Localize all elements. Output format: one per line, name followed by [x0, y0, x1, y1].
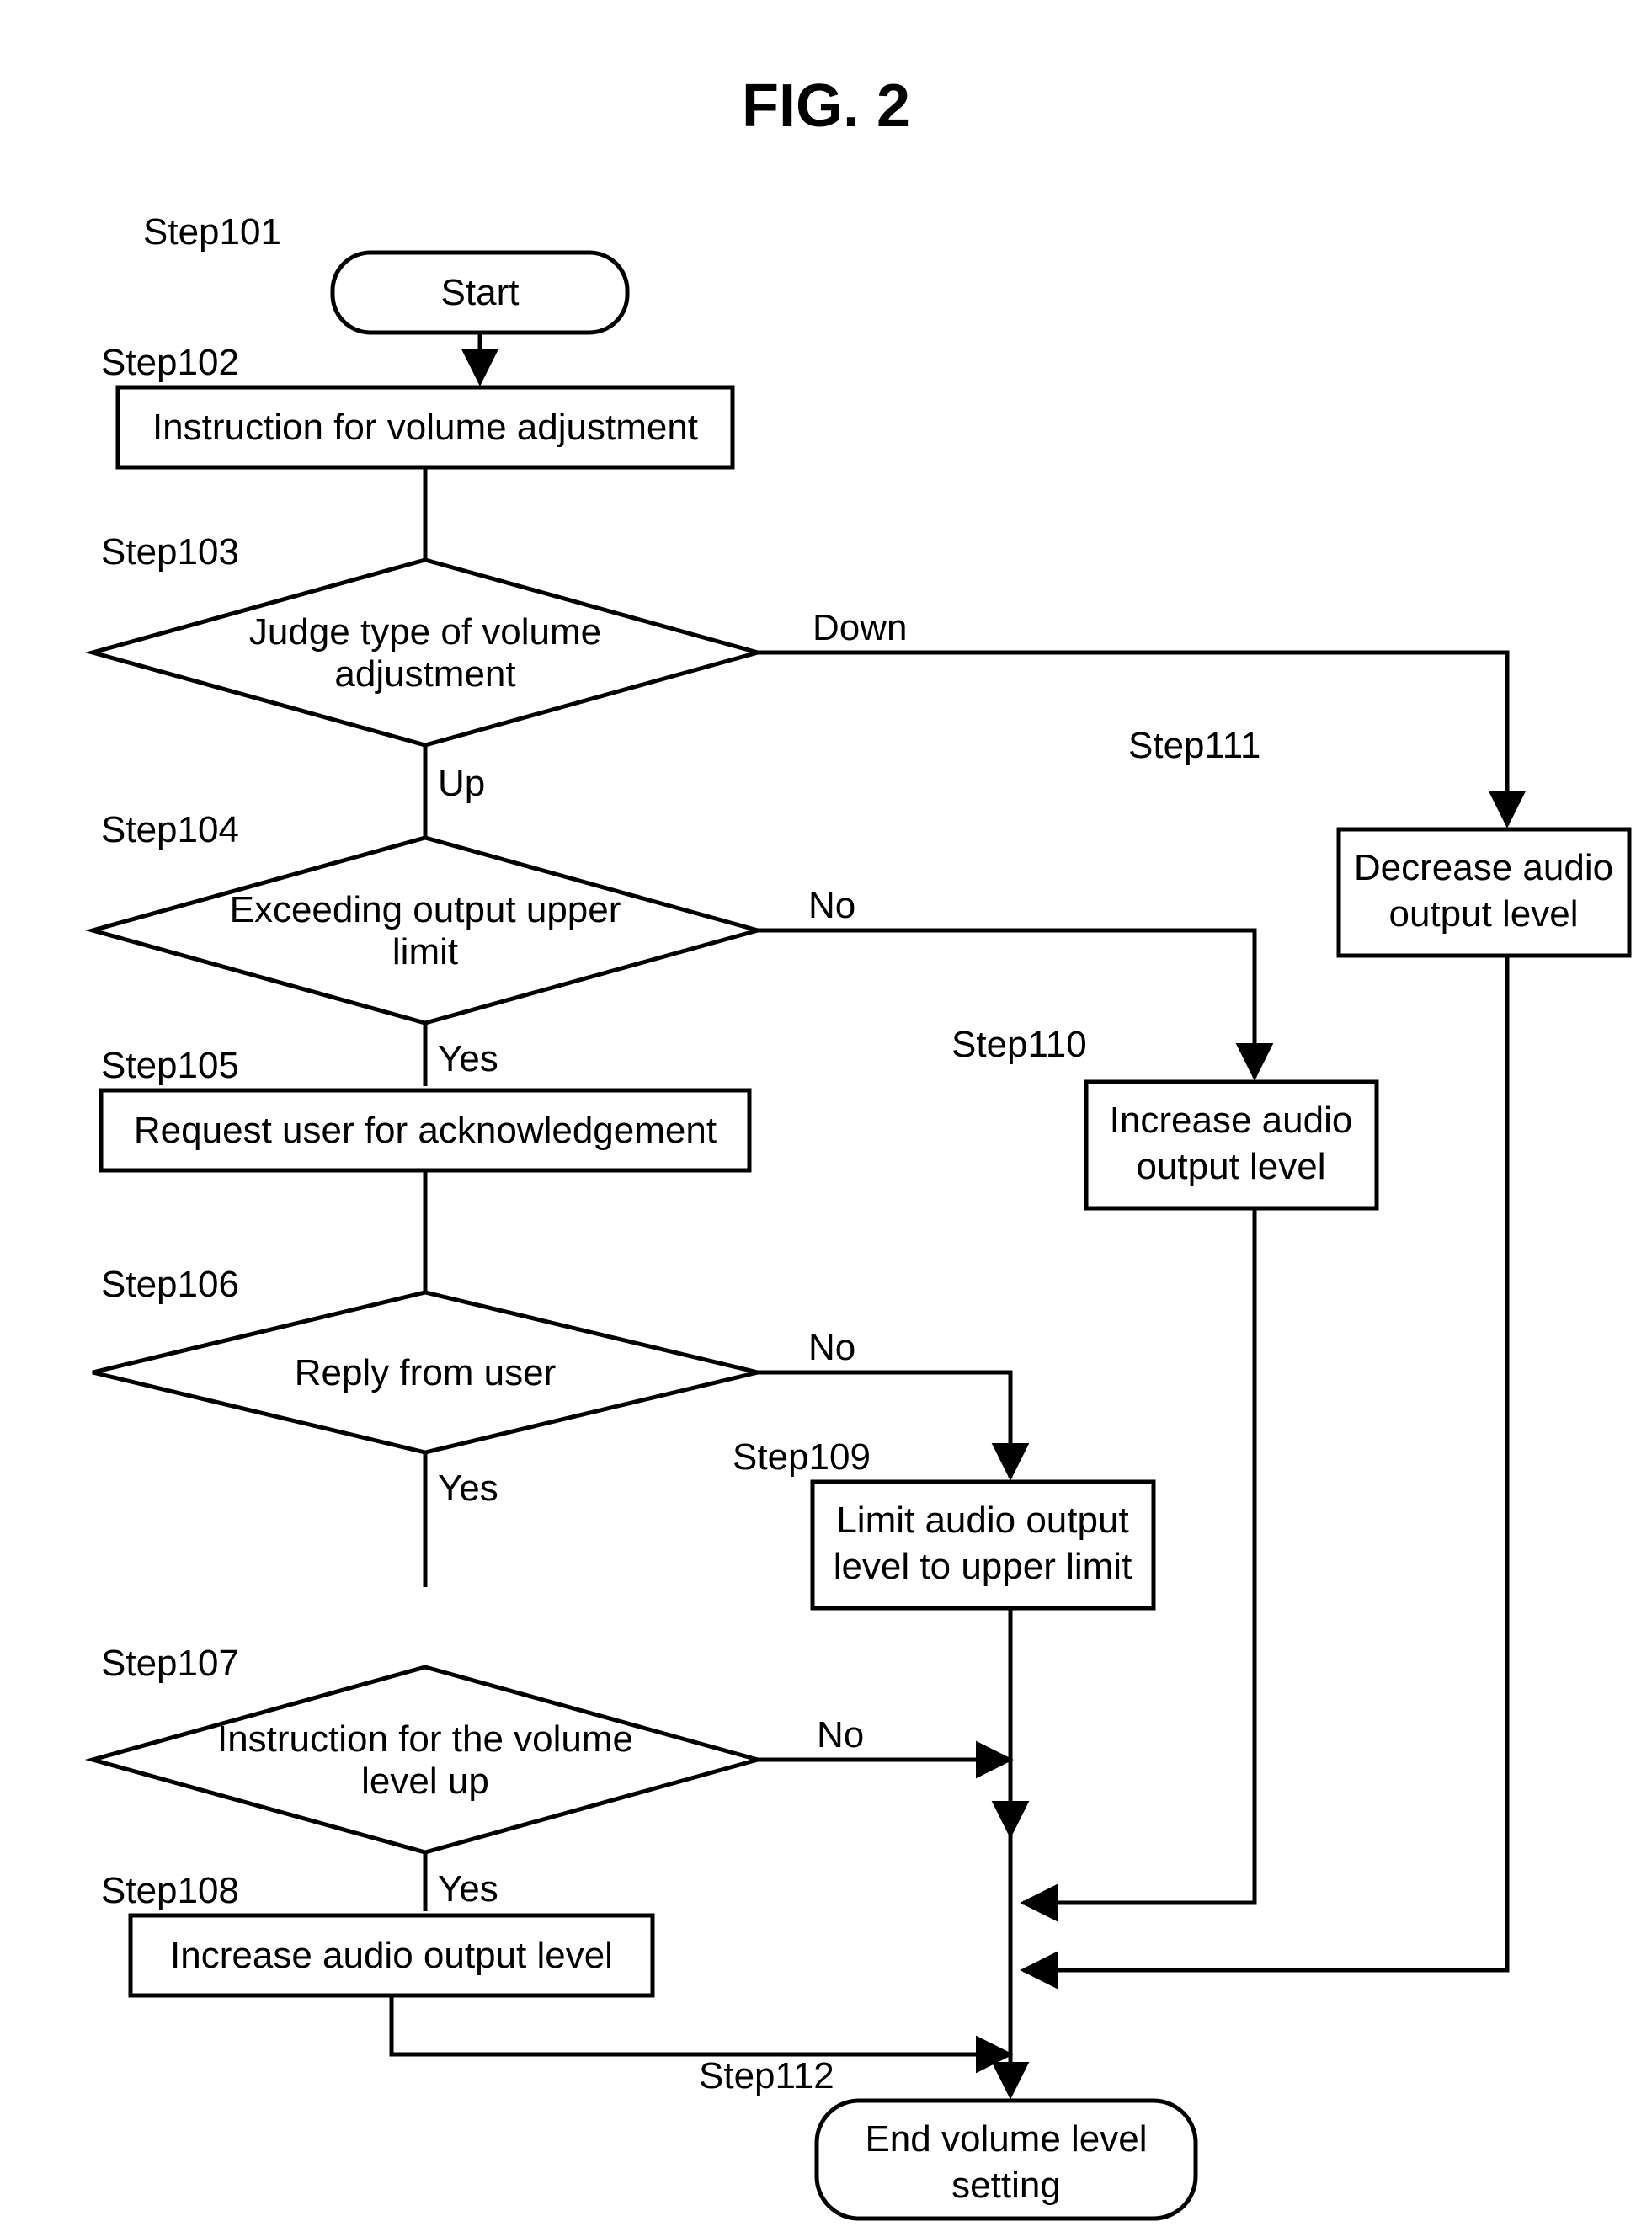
step111-text2: output level [1388, 893, 1578, 935]
edge-104-yes-label: Yes [438, 1038, 498, 1079]
step109-text2: level to upper limit [834, 1546, 1132, 1587]
step102-text: Instruction for volume adjustment [152, 407, 698, 448]
edge-103-up-label: Up [438, 763, 485, 804]
edge-104-no-label: No [808, 885, 855, 926]
edge-107-no-label: No [817, 1714, 864, 1755]
edge-107-yes-label: Yes [438, 1868, 498, 1910]
figure-title: FIG. 2 [742, 72, 910, 140]
step108-text: Increase audio output level [170, 1935, 613, 1976]
step106-text1: Reply from user [295, 1352, 557, 1393]
step104-text2: limit [392, 931, 458, 972]
step112-text2: setting [951, 2165, 1061, 2206]
step105-label: Step105 [101, 1045, 239, 1086]
edge-106-yes-label: Yes [438, 1468, 498, 1509]
step103-diamond [93, 560, 758, 745]
step104-label: Step104 [101, 809, 239, 850]
step108-label: Step108 [101, 1870, 239, 1911]
step103-label: Step103 [101, 531, 239, 573]
step104-text1: Exceeding output upper [230, 889, 621, 930]
step107-diamond [93, 1667, 758, 1852]
step103-text1: Judge type of volume [249, 611, 601, 653]
step107-text1: Instruction for the volume [217, 1718, 633, 1760]
step109-label: Step109 [733, 1436, 871, 1478]
step107-label: Step107 [101, 1643, 239, 1684]
edge-106-no-label: No [808, 1327, 855, 1368]
step105-text: Request user for acknowledgement [134, 1110, 717, 1151]
step111-label: Step111 [1128, 725, 1260, 766]
step110-text2: output level [1136, 1146, 1325, 1187]
edge-103-down-label: Down [813, 607, 908, 648]
step109-text1: Limit audio output [836, 1500, 1128, 1541]
start-text: Start [441, 272, 520, 313]
edge-108-112 [392, 1995, 1010, 2054]
step101-label: Step101 [143, 211, 281, 253]
step102-label: Step102 [101, 342, 239, 383]
step112-text1: End volume level [865, 2118, 1147, 2160]
step103-text2: adjustment [334, 653, 515, 695]
step110-text1: Increase audio [1110, 1100, 1353, 1141]
step107-text2: level up [361, 1761, 489, 1802]
step106-label: Step106 [101, 1264, 239, 1305]
step111-text1: Decrease audio [1354, 847, 1613, 888]
step110-label: Step110 [951, 1024, 1087, 1065]
step104-diamond [93, 838, 758, 1023]
step112-label: Step112 [699, 2055, 834, 2096]
